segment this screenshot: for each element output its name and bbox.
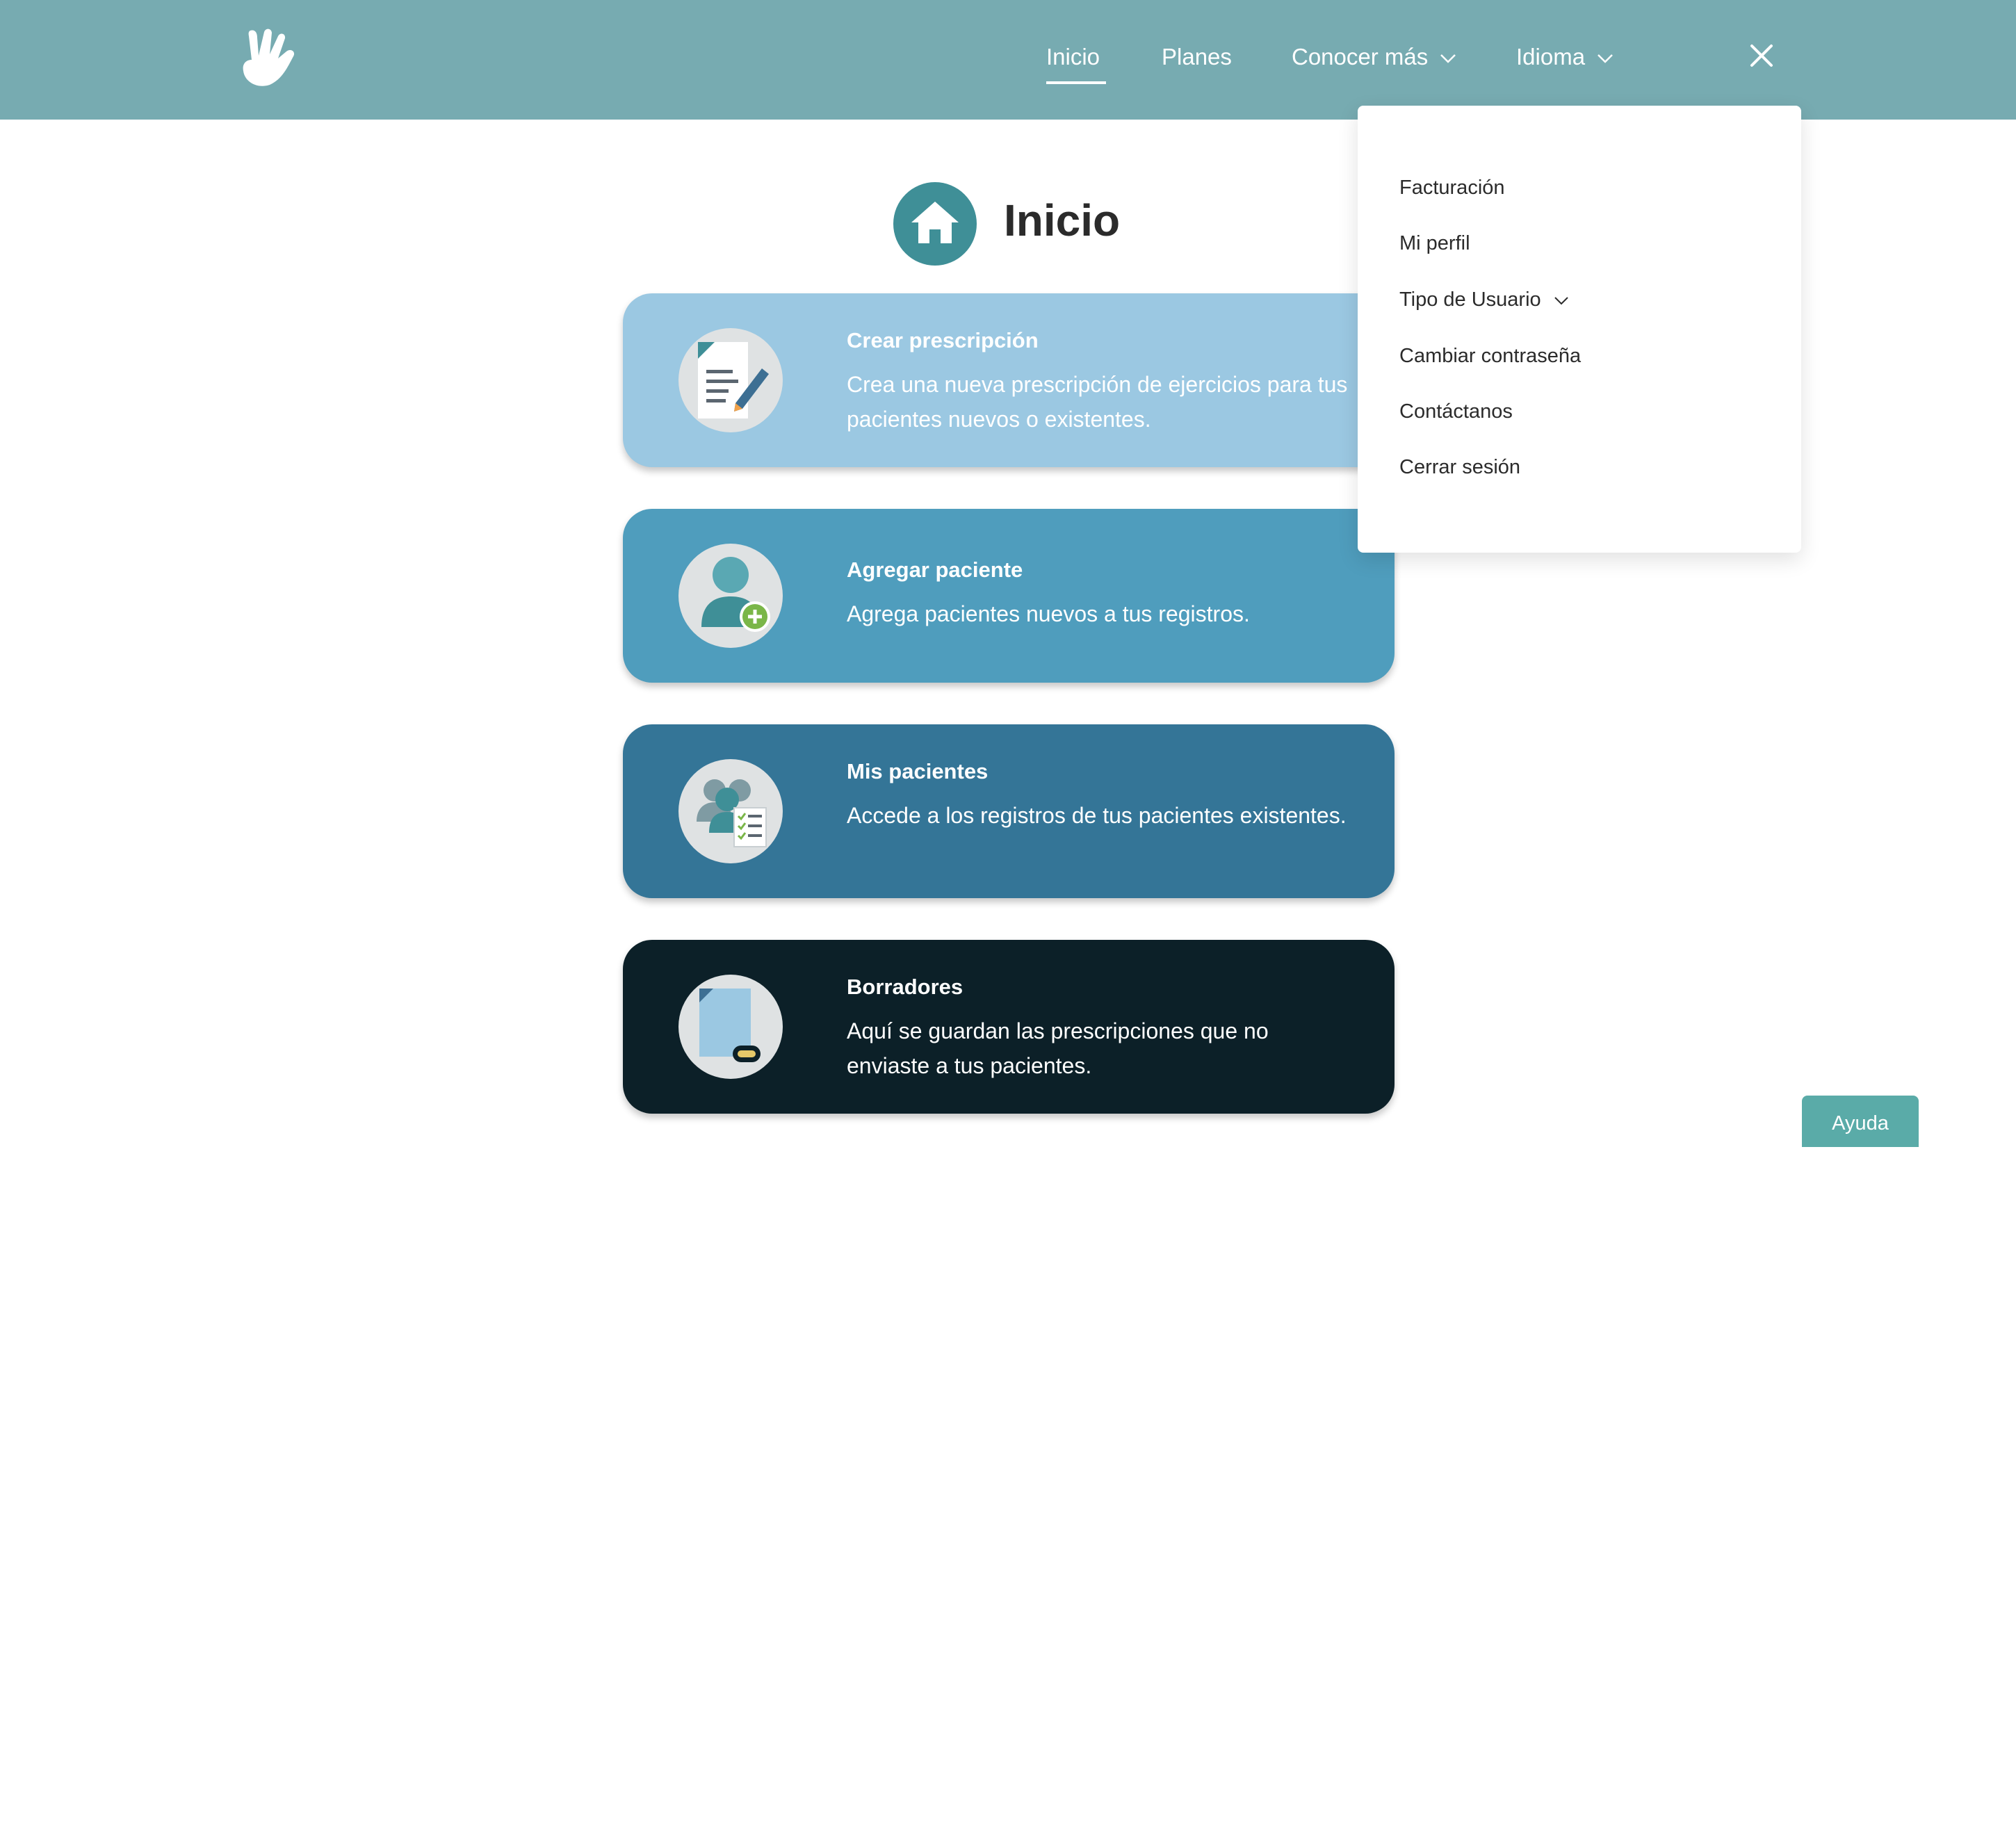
card-description: Crea una nueva prescripción de ejercicio…	[847, 372, 1348, 432]
nav-item-label: Inicio	[1046, 44, 1100, 70]
help-button[interactable]: Ayuda	[1802, 1096, 1919, 1147]
card-description: Agrega pacientes nuevos a tus registros.	[847, 601, 1250, 626]
menu-item-cambiar-contrasena[interactable]: Cambiar contraseña	[1399, 342, 1581, 370]
close-menu-button[interactable]	[1746, 40, 1777, 71]
menu-item-facturacion[interactable]: Facturación	[1399, 174, 1505, 202]
nav-item-inicio[interactable]: Inicio	[1046, 39, 1100, 75]
nav-item-conocer-mas[interactable]: Conocer más	[1292, 39, 1456, 75]
menu-item-tipo-de-usuario[interactable]: Tipo de Usuario	[1399, 286, 1569, 314]
hand-logo-icon[interactable]	[236, 25, 303, 92]
patients-list-icon	[678, 759, 783, 863]
user-menu-dropdown: Facturación Mi perfil Tipo de Usuario Ca…	[1358, 106, 1801, 553]
nav-item-label: Conocer más	[1292, 44, 1429, 70]
chevron-down-icon	[1598, 54, 1613, 64]
menu-item-mi-perfil[interactable]: Mi perfil	[1399, 229, 1470, 257]
home-badge	[893, 182, 977, 266]
menu-item-cerrar-sesion[interactable]: Cerrar sesión	[1399, 453, 1520, 481]
card-description: Accede a los registros de tus pacientes …	[847, 803, 1347, 828]
top-navbar: Inicio Planes Conocer más Idioma	[0, 0, 2016, 120]
close-icon	[1750, 44, 1773, 67]
prescription-document-icon	[678, 328, 783, 432]
card-agregar-paciente[interactable]: Agregar paciente Agrega pacientes nuevos…	[623, 509, 1395, 683]
nav-item-idioma[interactable]: Idioma	[1516, 39, 1613, 75]
nav-item-label: Idioma	[1516, 44, 1586, 70]
card-crear-prescripcion[interactable]: Crear prescripción Crea una nueva prescr…	[623, 293, 1395, 467]
nav-item-label: Planes	[1162, 44, 1232, 70]
drafts-document-icon	[678, 975, 783, 1079]
card-title: Crear prescripción	[847, 328, 1039, 352]
page-title: Inicio	[1004, 195, 1121, 245]
card-mis-pacientes[interactable]: Mis pacientes Accede a los registros de …	[623, 724, 1395, 898]
nav-item-planes[interactable]: Planes	[1162, 39, 1232, 75]
add-patient-icon	[678, 544, 783, 648]
card-title: Borradores	[847, 975, 964, 999]
active-nav-indicator	[1046, 81, 1106, 84]
card-borradores[interactable]: Borradores Aquí se guardan las prescripc…	[623, 940, 1395, 1114]
chevron-down-icon	[1440, 54, 1456, 64]
chevron-down-icon	[1554, 297, 1568, 305]
card-description: Aquí se guardan las prescripciones que n…	[847, 1018, 1269, 1078]
menu-item-label: Tipo de Usuario	[1399, 288, 1541, 311]
card-title: Agregar paciente	[847, 558, 1023, 582]
menu-item-contactanos[interactable]: Contáctanos	[1399, 398, 1513, 425]
home-icon	[911, 202, 959, 243]
card-title: Mis pacientes	[847, 759, 989, 783]
